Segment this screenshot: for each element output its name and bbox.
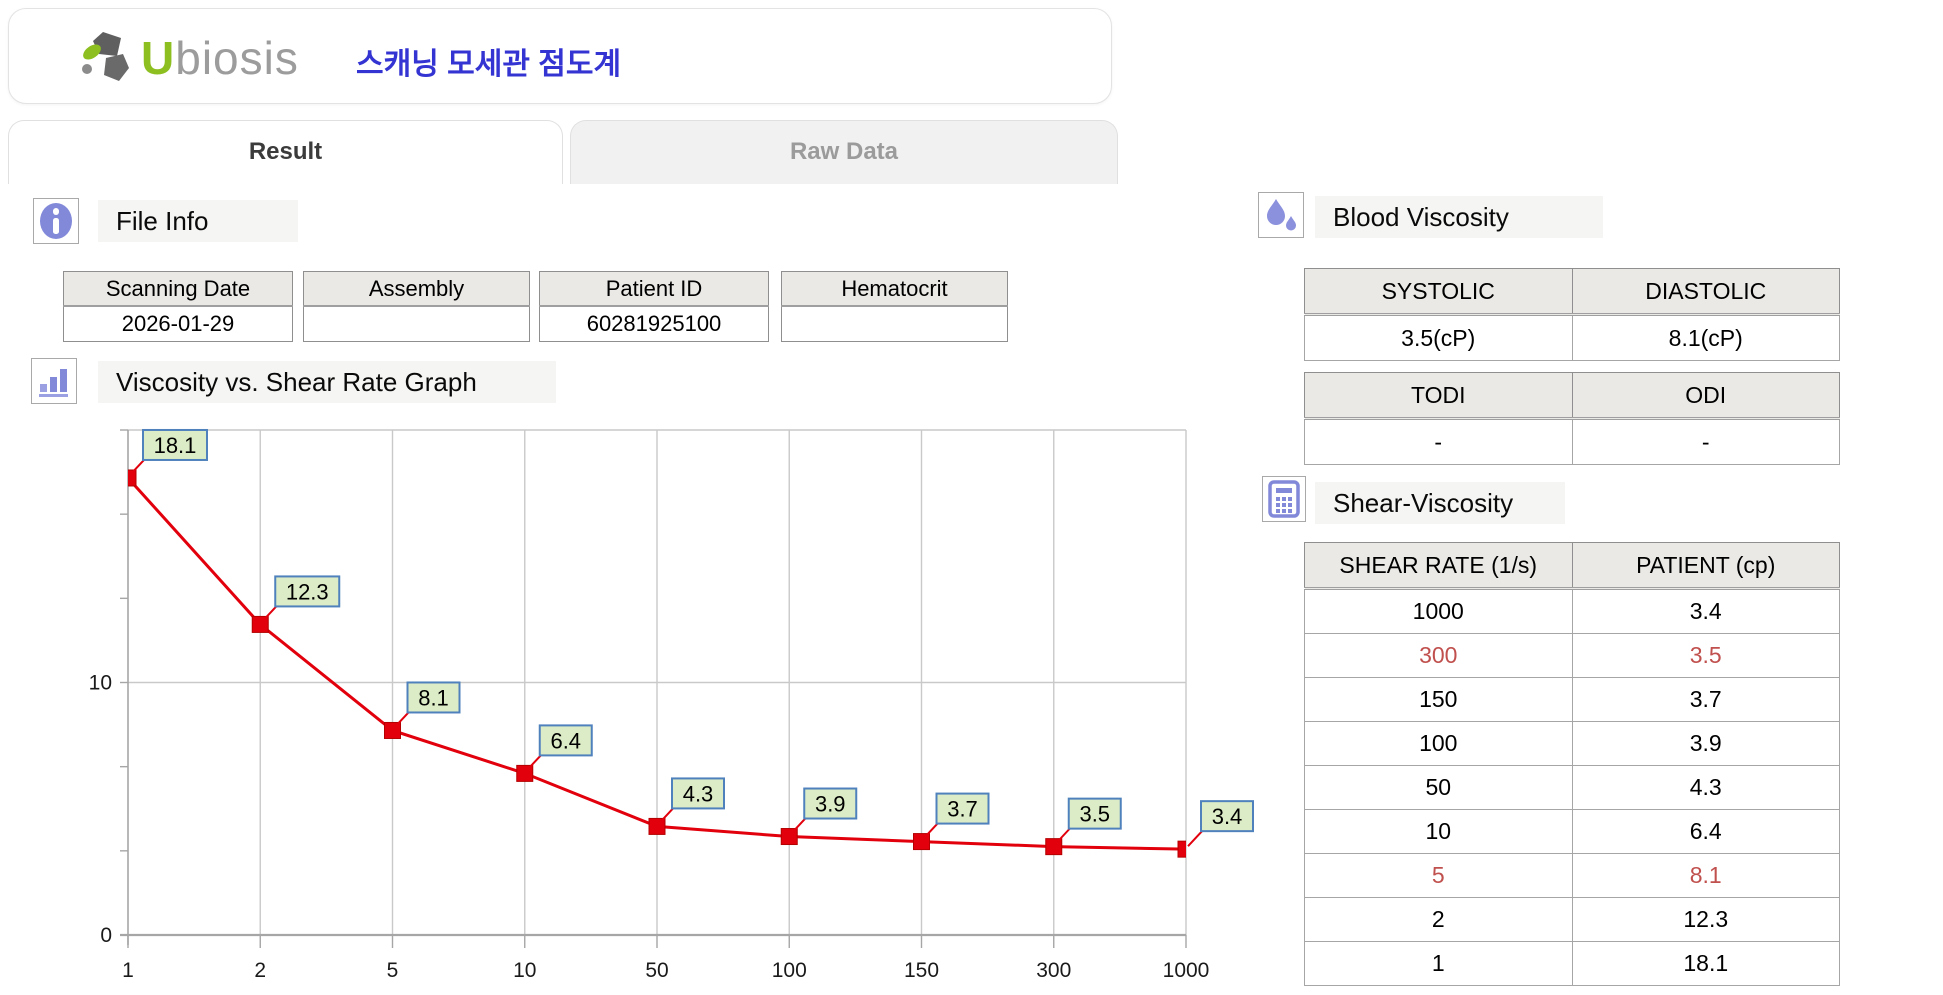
systolic-header: SYSTOLIC [1304,268,1573,316]
svg-text:5: 5 [387,959,399,982]
todi-value: - [1304,418,1573,465]
svg-text:1000: 1000 [1163,959,1210,982]
app-header: Ubiosis 스캐닝 모세관 점도계 [8,8,1112,104]
svg-text:12.3: 12.3 [286,579,329,604]
svg-text:150: 150 [904,959,939,982]
file-info-hematocrit: Hematocrit [781,271,1008,342]
file-info-scanning-date: Scanning Date 2026-01-29 [63,271,293,342]
field-label: Hematocrit [781,271,1008,307]
odi-value: - [1571,418,1840,465]
svg-text:2: 2 [254,959,266,982]
patient-cell: 12.3 [1571,897,1840,942]
viscosity-chart: 0 10 1 2 5 10 50 100 150 300 1000 18.1 12.3 8.1 6.4 4.3… [89,428,1254,982]
patient-cell: 6.4 [1571,809,1840,854]
file-info-patient-id: Patient ID 60281925100 [539,271,769,342]
file-info-assembly: Assembly [303,271,530,342]
svg-text:3.9: 3.9 [815,792,846,817]
blood-viscosity-title: Blood Viscosity [1315,196,1603,238]
svg-text:100: 100 [772,959,807,982]
tab-result[interactable]: Result [8,120,563,184]
shear-rate-cell: 100 [1304,721,1573,766]
table-row: 300 3.5 [1304,633,1840,678]
field-value [781,305,1008,342]
svg-text:18.1: 18.1 [154,433,197,458]
diastolic-header: DIASTOLIC [1571,268,1840,316]
todi-header: TODI [1304,372,1573,420]
blood-drops-icon [1267,199,1296,231]
ubiosis-logo-icon [82,32,129,81]
svg-text:10: 10 [89,672,112,695]
logo-letter-u: U [141,32,176,84]
ubiosis-logo-text: Ubiosis [141,30,299,86]
app-subtitle-korean: 스캐닝 모세관 점도계 [356,48,622,81]
svg-text:300: 300 [1036,959,1071,982]
field-label: Scanning Date [63,271,293,307]
svg-text:3.4: 3.4 [1212,804,1243,829]
graph-section-title: Viscosity vs. Shear Rate Graph [98,361,556,403]
shear-viscosity-table: SHEAR RATE (1/s) PATIENT (cp) 1000 3.4 3… [1304,542,1840,986]
field-value: 60281925100 [539,305,769,342]
table-row: 1 18.1 [1304,941,1840,986]
table-row: 5 8.1 [1304,853,1840,898]
ubiosis-logo: Ubiosis [79,29,299,87]
shear-rate-cell: 1000 [1304,588,1573,634]
patient-cell: 3.9 [1571,721,1840,766]
shear-rate-header: SHEAR RATE (1/s) [1304,542,1573,590]
shear-rate-cell: 2 [1304,897,1573,942]
info-icon [40,203,72,239]
svg-text:8.1: 8.1 [418,685,449,710]
logo-text-rest: biosis [175,32,299,84]
field-value: 2026-01-29 [63,305,293,342]
table-row: 1000 3.4 [1304,588,1840,634]
shear-rate-cell: 300 [1304,633,1573,678]
bar-chart-icon [39,369,68,397]
diastolic-value: 8.1(cP) [1571,314,1840,361]
svg-text:0: 0 [100,924,112,947]
graph-icon-box [31,358,77,404]
viscometer-app: Ubiosis 스캐닝 모세관 점도계 Result Raw Data File… [0,0,1943,995]
patient-cell: 4.3 [1571,765,1840,810]
table-row: 10 6.4 [1304,809,1840,854]
shear-rate-cell: 5 [1304,853,1573,898]
shear-rate-cell: 1 [1304,941,1573,986]
blood-viscosity-table: SYSTOLIC DIASTOLIC 3.5(cP) 8.1(cP) [1304,268,1840,361]
field-label: Assembly [303,271,530,307]
todi-odi-table: TODI ODI - - [1304,372,1840,465]
svg-text:1: 1 [122,959,134,982]
svg-text:10: 10 [513,959,536,982]
patient-cell: 18.1 [1571,941,1840,986]
field-value [303,305,530,342]
svg-text:6.4: 6.4 [550,728,581,753]
svg-text:50: 50 [645,959,668,982]
file-info-icon-box [33,198,79,244]
blood-viscosity-icon-box [1258,192,1304,238]
systolic-value: 3.5(cP) [1304,314,1573,361]
patient-cell: 3.5 [1571,633,1840,678]
field-label: Patient ID [539,271,769,307]
patient-cell: 3.4 [1571,588,1840,634]
file-info-title: File Info [98,200,298,242]
odi-header: ODI [1571,372,1840,420]
table-row: 100 3.9 [1304,721,1840,766]
patient-header: PATIENT (cp) [1571,542,1840,590]
shear-rate-cell: 50 [1304,765,1573,810]
svg-text:4.3: 4.3 [683,781,714,806]
shear-rate-cell: 10 [1304,809,1573,854]
svg-text:3.7: 3.7 [947,797,978,822]
shear-rate-cell: 150 [1304,677,1573,722]
table-row: 150 3.7 [1304,677,1840,722]
table-row: 2 12.3 [1304,897,1840,942]
table-row: 50 4.3 [1304,765,1840,810]
patient-cell: 8.1 [1571,853,1840,898]
shear-viscosity-icon-box [1262,476,1306,522]
shear-viscosity-title: Shear-Viscosity [1315,482,1565,524]
patient-cell: 3.7 [1571,677,1840,722]
calculator-icon [1268,480,1300,518]
svg-text:3.5: 3.5 [1079,802,1110,827]
tab-raw-data[interactable]: Raw Data [570,120,1118,184]
